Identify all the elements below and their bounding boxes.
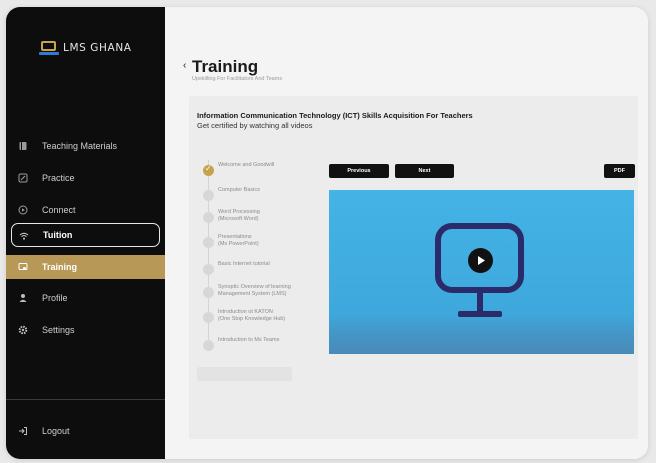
video-player[interactable] <box>329 190 634 354</box>
step-dot-icon <box>203 287 214 298</box>
sidebar-item-label: Settings <box>42 325 75 335</box>
step-dot-icon <box>203 212 214 223</box>
sidebar-item-label: Tuition <box>43 230 73 240</box>
sidebar-item-label: Practice <box>42 173 75 183</box>
course-subtitle: Get certified by watching all videos <box>197 121 313 130</box>
sidebar-item-teaching-materials[interactable]: Teaching Materials <box>6 134 165 158</box>
lesson-label: Computer Basics <box>218 187 260 193</box>
sidebar-item-training[interactable]: Training <box>6 255 165 279</box>
play-circle-icon <box>18 205 28 215</box>
lesson-label-line2: Management System (LMS) <box>218 291 287 297</box>
check-icon <box>203 164 214 176</box>
gear-icon <box>18 325 28 335</box>
lesson-label: Introduction to Ms Teams <box>218 337 280 343</box>
page-subtitle: Upskilling For Facilitators And Teams <box>192 76 283 82</box>
user-icon <box>19 294 27 302</box>
main-content: ‹ Training Upskilling For Facilitators A… <box>165 7 648 459</box>
logout-button[interactable]: Logout <box>6 419 165 443</box>
app-window: LMS GHANA Teaching Materials Practice Co… <box>6 7 648 459</box>
edit-icon <box>18 173 28 183</box>
step-dot-icon <box>203 340 214 351</box>
lesson-label: Synoptic Overview of learning <box>218 284 291 290</box>
page-title: Training <box>192 57 259 76</box>
wifi-icon <box>19 232 29 240</box>
course-title: Information Communication Technology (IC… <box>197 111 473 120</box>
step-dot-icon <box>203 237 214 248</box>
logo[interactable]: LMS GHANA <box>39 41 132 55</box>
sidebar-item-settings[interactable]: Settings <box>6 318 165 342</box>
lesson-label-line2: (Ms PowerPoint) <box>218 241 259 247</box>
lesson-label: Welcome and Goodwill <box>218 162 275 168</box>
chevron-left-icon[interactable]: ‹ <box>183 60 186 71</box>
lesson-label-line2: (Microsoft Word) <box>218 216 259 222</box>
certificate-icon <box>18 263 28 270</box>
logo-monitor-icon <box>39 41 59 55</box>
logout-label: Logout <box>42 426 70 436</box>
sidebar-item-label: Teaching Materials <box>42 141 118 151</box>
lesson-label: Basic Internet tutorial <box>218 261 270 267</box>
sidebar-item-label: Profile <box>42 293 68 303</box>
sidebar-item-connect[interactable]: Connect <box>6 198 165 222</box>
sidebar-divider <box>6 399 165 400</box>
pdf-button[interactable]: PDF <box>604 164 635 178</box>
course-card: Information Communication Technology (IC… <box>189 96 638 439</box>
step-dot-icon <box>203 312 214 323</box>
sidebar-item-practice[interactable]: Practice <box>6 166 165 190</box>
lesson-label-line2: (One Stop Knowledge Hub) <box>218 316 286 322</box>
sidebar-item-label: Training <box>42 262 78 272</box>
sidebar-item-profile[interactable]: Profile <box>6 286 165 310</box>
logout-icon <box>19 427 27 435</box>
lesson-label: Word Processing <box>218 209 260 215</box>
next-button[interactable]: Next <box>395 164 454 178</box>
previous-button[interactable]: Previous <box>329 164 389 178</box>
lesson-label: Presentations <box>218 234 252 240</box>
step-dot-icon <box>203 264 214 275</box>
play-icon[interactable] <box>468 248 493 273</box>
step-dot-icon <box>203 190 214 201</box>
sidebar: LMS GHANA Teaching Materials Practice Co… <box>6 7 165 459</box>
start-button[interactable] <box>197 367 292 381</box>
lesson-label: Introduction ot KATON <box>218 309 273 315</box>
brand-name: LMS GHANA <box>63 42 132 54</box>
sidebar-item-label: Connect <box>42 205 76 215</box>
book-icon <box>19 142 27 150</box>
sidebar-item-tuition[interactable]: Tuition <box>11 223 160 247</box>
